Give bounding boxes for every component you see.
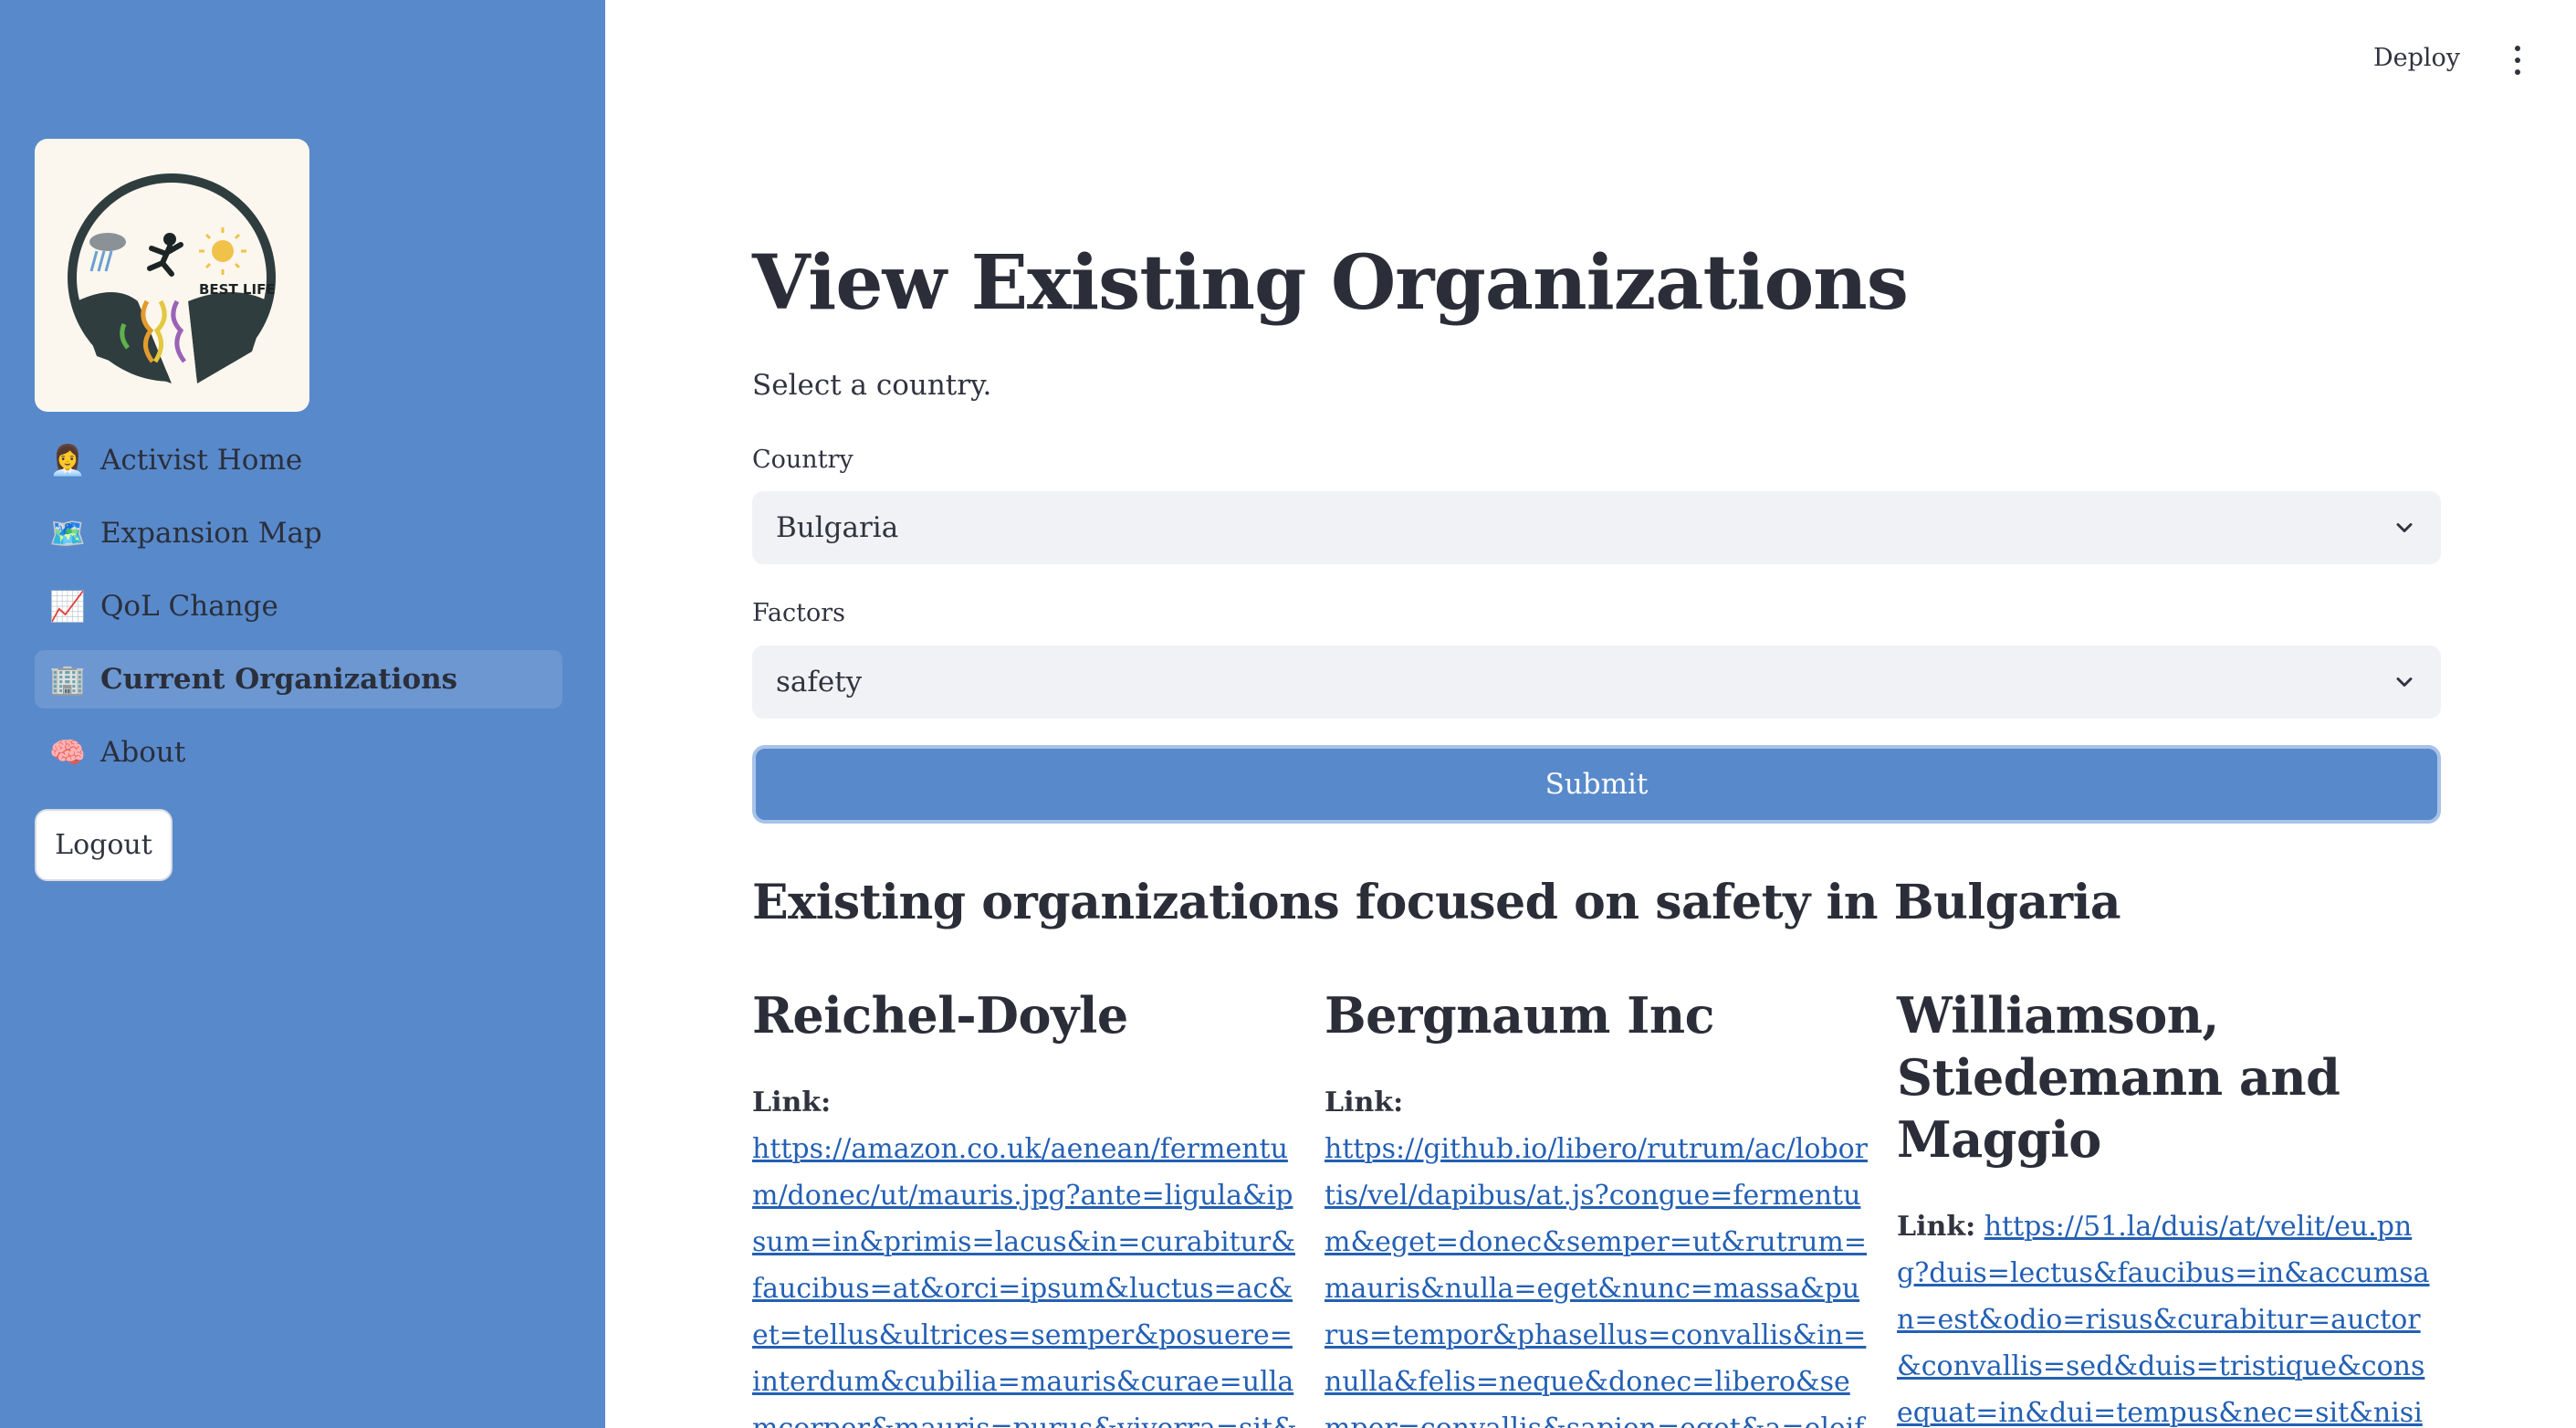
country-select[interactable]: Bulgaria — [752, 491, 2441, 564]
chevron-down-icon — [2396, 523, 2413, 532]
sidebar-nav: 👩‍💼 Activist Home 🗺️ Expansion Map 📈 QoL… — [35, 431, 562, 796]
org-link-block: Link: https://github.io/libero/rutrum/ac… — [1325, 1079, 1872, 1428]
deploy-button[interactable]: Deploy — [2373, 44, 2460, 72]
factors-select-value: safety — [776, 666, 863, 698]
page-subtitle: Select a country. — [752, 369, 992, 402]
results-heading: Existing organizations focused on safety… — [752, 875, 2121, 930]
org-link-block: Link: https://amazon.co.uk/aenean/fermen… — [752, 1079, 1300, 1428]
sidebar-item-label: About — [100, 736, 186, 769]
org-name: Bergnaum Inc — [1325, 986, 1715, 1045]
factors-select[interactable]: safety — [752, 646, 2441, 719]
best-life-logo-icon: BEST LIFE — [68, 173, 276, 383]
logout-button[interactable]: Logout — [35, 809, 173, 881]
submit-button[interactable]: Submit — [752, 745, 2441, 824]
factors-label: Factors — [752, 599, 845, 627]
sidebar-item-qol-change[interactable]: 📈 QoL Change — [35, 577, 562, 635]
office-building-icon: 🏢 — [49, 662, 86, 697]
sidebar-item-current-organizations[interactable]: 🏢 Current Organizations — [35, 650, 562, 709]
org-link[interactable]: https://amazon.co.uk/aenean/fermentum/do… — [752, 1133, 1297, 1428]
org-card: Williamson, Stiedemann and Maggio Link: … — [1897, 984, 2441, 1428]
chart-increasing-icon: 📈 — [49, 589, 86, 624]
org-card: Bergnaum Inc Link: https://github.io/lib… — [1325, 984, 1872, 1428]
sidebar-item-label: Activist Home — [100, 444, 303, 477]
org-link-block: Link: https://51.la/duis/at/velit/eu.png… — [1897, 1203, 2441, 1428]
chevron-down-icon — [2396, 677, 2413, 687]
link-label: Link: — [1897, 1211, 1976, 1243]
sidebar-item-label: Current Organizations — [100, 663, 458, 696]
page-title: View Existing Organizations — [752, 239, 1909, 327]
org-link[interactable]: https://51.la/duis/at/velit/eu.png?duis=… — [1897, 1211, 2430, 1428]
more-options-icon[interactable] — [2512, 46, 2523, 75]
country-label: Country — [752, 446, 853, 474]
org-name: Williamson, Stiedemann and Maggio — [1897, 986, 2340, 1169]
logo: BEST LIFE — [35, 139, 309, 412]
sidebar-item-about[interactable]: 🧠 About — [35, 723, 562, 782]
map-icon: 🗺️ — [49, 516, 86, 551]
sidebar-item-label: Expansion Map — [100, 517, 322, 550]
link-label: Link: — [1325, 1087, 1404, 1118]
country-select-value: Bulgaria — [776, 511, 899, 544]
sidebar: BEST LIFE 👩‍💼 Activist Home 🗺️ Expansion… — [0, 0, 605, 1428]
sidebar-item-activist-home[interactable]: 👩‍💼 Activist Home — [35, 431, 562, 489]
svg-text:BEST LIFE: BEST LIFE — [199, 281, 276, 298]
brain-icon: 🧠 — [49, 735, 86, 770]
org-link[interactable]: https://github.io/libero/rutrum/ac/lobor… — [1325, 1133, 1868, 1428]
activist-icon: 👩‍💼 — [49, 443, 86, 478]
org-card: Reichel-Doyle Link: https://amazon.co.uk… — [752, 984, 1300, 1428]
org-name: Reichel-Doyle — [752, 986, 1128, 1045]
sidebar-item-label: QoL Change — [100, 590, 278, 623]
link-label: Link: — [752, 1087, 832, 1118]
sidebar-item-expansion-map[interactable]: 🗺️ Expansion Map — [35, 504, 562, 562]
